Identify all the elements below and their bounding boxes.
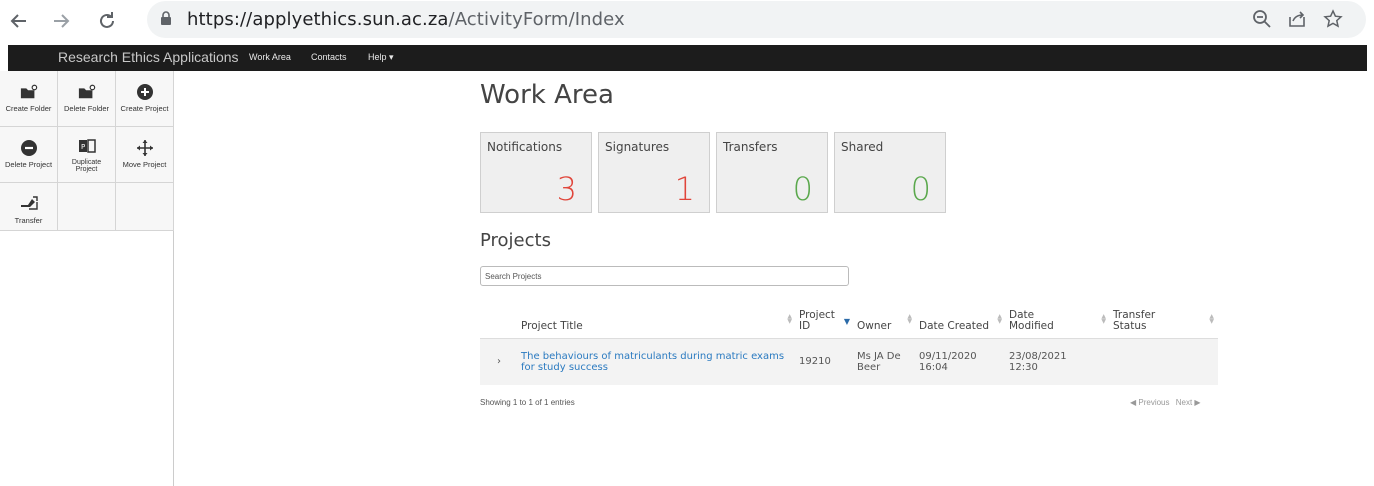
project-title-cell: The behaviours of matriculants during ma… (518, 338, 796, 385)
table-info: Showing 1 to 1 of 1 entries (480, 398, 575, 407)
share-icon[interactable] (1287, 9, 1309, 31)
table-header-row: Project Title ▲ ▼ Project ID ▼ Owner ▲ ▼ Date … (480, 303, 1218, 339)
minus-circle-icon (20, 139, 38, 157)
svg-text:P: P (81, 143, 85, 151)
tile-label: Signatures (605, 140, 670, 154)
tool-label: Move Project (122, 160, 167, 169)
tool-label: Create Project (120, 104, 169, 113)
address-bar[interactable]: https://applyethics.sun.ac.za/ActivityFo… (147, 1, 1366, 38)
shared-tile[interactable]: Shared 0 (834, 132, 946, 213)
tool-label: Transfer (14, 216, 43, 225)
url-text: https://applyethics.sun.ac.za/ActivityFo… (187, 9, 625, 30)
create-project-button[interactable]: Create Project (116, 71, 174, 127)
reload-icon[interactable] (92, 6, 122, 36)
move-icon (136, 139, 154, 157)
table-row[interactable]: › The behaviours of matriculants during … (480, 338, 1218, 385)
back-arrow-icon[interactable] (4, 6, 34, 36)
brand-title[interactable]: Research Ethics Applications (58, 49, 239, 65)
toolbar-empty-cell (116, 183, 174, 231)
sort-icon: ▲ ▼ (1209, 312, 1214, 325)
create-folder-button[interactable]: Create Folder (0, 71, 58, 127)
header-label: ID (799, 319, 811, 332)
page-title: Work Area (480, 80, 614, 110)
delete-folder-icon (78, 83, 96, 101)
column-header-modified[interactable]: Date Modified ▲ ▼ (1006, 303, 1110, 339)
search-projects-input[interactable] (480, 266, 849, 286)
tool-label: Delete Folder (63, 104, 110, 113)
tile-value: 0 (910, 170, 931, 208)
tool-label: Delete Project (4, 160, 53, 169)
nav-work-area[interactable]: Work Area (249, 52, 291, 62)
date-text: 09/11/2020 (919, 350, 977, 362)
move-project-button[interactable]: Move Project (116, 127, 174, 183)
expand-row-icon[interactable]: › (480, 338, 518, 385)
project-title-link[interactable]: The behaviours of matriculants during ma… (521, 351, 784, 373)
time-text: 12:30 (1009, 361, 1038, 373)
bookmark-star-icon[interactable] (1323, 9, 1345, 31)
tile-value: 0 (792, 170, 813, 208)
column-header-title[interactable]: Project Title ▲ ▼ (518, 303, 796, 339)
sort-icon: ▲ ▼ (997, 312, 1002, 325)
column-header-owner[interactable]: Owner ▲ ▼ (854, 303, 916, 339)
column-header-transfer-status[interactable]: Transfer Status ▲ ▼ (1110, 303, 1218, 339)
projects-heading: Projects (480, 230, 551, 251)
summary-tiles: Notifications 3 Signatures 1 Transfers 0… (480, 132, 946, 213)
delete-folder-button[interactable]: Delete Folder (58, 71, 116, 127)
work-area-main: Work Area Notifications 3 Signatures 1 T… (480, 80, 1218, 407)
sort-icon: ▲ ▼ (787, 312, 792, 325)
tile-label: Notifications (487, 140, 563, 154)
transfer-status-cell (1110, 338, 1218, 385)
tile-value: 3 (556, 170, 577, 208)
app-navbar: Research Ethics Applications Work Area C… (8, 45, 1367, 71)
project-id-cell: 19210 (796, 338, 854, 385)
lock-icon[interactable] (160, 11, 172, 31)
sort-desc-icon: ▼ (843, 316, 850, 326)
tool-label: Duplicate Project (71, 159, 102, 173)
forward-arrow-icon[interactable] (46, 6, 76, 36)
time-text: 16:04 (919, 361, 948, 373)
header-label: Status (1113, 319, 1147, 332)
toolbar-empty-cell (58, 183, 116, 231)
header-label: Date Created (919, 319, 989, 332)
column-header-created[interactable]: Date Created ▲ ▼ (916, 303, 1006, 339)
duplicate-project-button[interactable]: P Duplicate Project (58, 127, 116, 183)
tool-label: Create Folder (5, 104, 52, 113)
action-toolbar: Create Folder Delete Folder Create Proje… (0, 71, 174, 486)
notifications-tile[interactable]: Notifications 3 (480, 132, 592, 213)
tile-value: 1 (674, 170, 695, 208)
header-label: Modified (1009, 319, 1054, 332)
header-label: Owner (857, 319, 892, 332)
pagination: ◀ Previous Next ▶ (1126, 398, 1201, 407)
delete-project-button[interactable]: Delete Project (0, 127, 58, 183)
nav-contacts[interactable]: Contacts (311, 52, 347, 62)
expand-column-header (480, 303, 518, 339)
projects-table: Project Title ▲ ▼ Project ID ▼ Owner ▲ ▼ Date … (480, 303, 1218, 385)
browser-chrome: https://applyethics.sun.ac.za/ActivityFo… (0, 0, 1374, 44)
nav-help[interactable]: Help ▾ (368, 52, 394, 63)
sort-icon: ▲ ▼ (1101, 312, 1106, 325)
tile-label: Shared (841, 140, 884, 154)
zoom-icon[interactable] (1252, 9, 1274, 31)
next-page-button[interactable]: Next ▶ (1176, 398, 1201, 407)
date-modified-cell: 23/08/2021 12:30 (1006, 338, 1110, 385)
column-header-id[interactable]: Project ID ▼ (796, 303, 854, 339)
signatures-tile[interactable]: Signatures 1 (598, 132, 710, 213)
header-label: Project Title (521, 319, 583, 332)
duplicate-icon: P (78, 137, 96, 155)
owner-cell: Ms JA De Beer (854, 338, 916, 385)
sort-icon: ▲ ▼ (907, 312, 912, 325)
previous-page-button[interactable]: ◀ Previous (1130, 398, 1170, 407)
tile-label: Transfers (723, 140, 778, 154)
create-folder-icon (20, 83, 38, 101)
date-created-cell: 09/11/2020 16:04 (916, 338, 1006, 385)
owner-text: Ms JA De (857, 350, 901, 362)
owner-text: Beer (857, 361, 881, 373)
date-text: 23/08/2021 (1009, 350, 1067, 362)
plus-circle-icon (136, 83, 154, 101)
transfer-icon (20, 195, 38, 213)
transfers-tile[interactable]: Transfers 0 (716, 132, 828, 213)
transfer-button[interactable]: Transfer (0, 183, 58, 231)
